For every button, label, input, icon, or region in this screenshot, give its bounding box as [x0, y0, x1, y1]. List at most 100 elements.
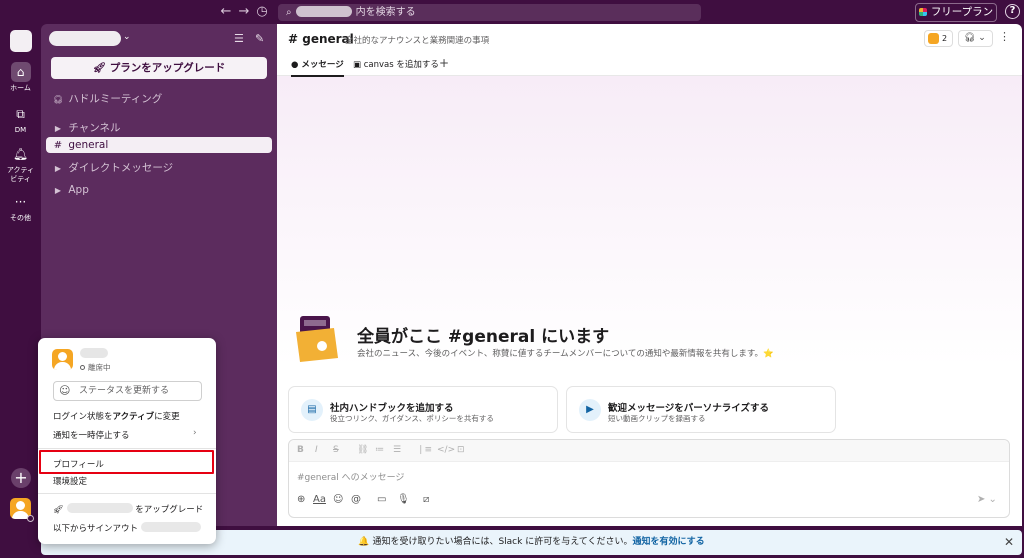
bold-icon[interactable]: B	[297, 445, 304, 455]
rail-dm-label: DM	[14, 126, 27, 134]
rail-dm[interactable]: ⧉ DM	[0, 104, 41, 135]
slack-logo-icon	[918, 8, 927, 16]
add-handbook-card[interactable]: ▤ 社内ハンドブックを追加する 役立つリンク、ガイダンス、ポリシーを共有する	[288, 386, 558, 433]
divider	[38, 493, 216, 494]
set-active-item[interactable]: ログイン状態をアクティブに変更	[53, 410, 180, 422]
slash-command-icon[interactable]: ⧄	[423, 494, 429, 505]
mention-icon[interactable]: @	[351, 494, 361, 505]
sign-out-item[interactable]: 以下からサインアウト	[53, 522, 201, 534]
notification-text: 🔔 通知を受け取りたい場合には、Slack に許可を与えてください。	[358, 537, 633, 547]
rail-home-label: ホーム	[10, 84, 31, 92]
rail-activity[interactable]: 🔔︎ アクティビティ	[0, 144, 41, 184]
pause-notifications-item[interactable]: 通知を一時停止する	[53, 429, 130, 441]
redacted-workspace-name	[295, 6, 352, 17]
tab-canvas-label: canvas を追加する	[363, 60, 439, 70]
rail-more-label: その他	[10, 214, 31, 222]
link-icon[interactable]: ⛓	[357, 445, 368, 455]
presence-dot-icon	[27, 515, 34, 522]
home-icon: ⌂	[10, 62, 31, 82]
headphones-icon: 🎧︎	[52, 95, 64, 104]
search-bar[interactable]: ⌕ 内を検索する	[278, 4, 701, 21]
upgrade-workspace-item[interactable]: 🚀︎ をアップグレード	[53, 503, 203, 515]
ordered-list-icon[interactable]: ≔	[375, 445, 384, 455]
add-workspace-button[interactable]: +	[11, 468, 31, 488]
code-icon[interactable]: </>	[437, 445, 455, 455]
status-placeholder: ステータスを更新する	[79, 386, 170, 396]
code-block-icon[interactable]: ⊡	[457, 445, 465, 455]
member-count-button[interactable]: 2	[924, 30, 953, 47]
card-subtitle: 短い動画クリップを録画する	[608, 414, 706, 423]
blockquote-icon[interactable]: ❘≡	[417, 445, 432, 455]
video-clip-icon[interactable]: ▭	[377, 494, 386, 505]
rail-more[interactable]: ··· その他	[0, 192, 41, 223]
channels-label: チャンネル	[68, 122, 121, 134]
microphone-icon[interactable]: 🎙︎	[397, 494, 410, 505]
welcome-message-card[interactable]: ▶ 歓迎メッセージをパーソナライズする 短い動画クリップを録画する	[566, 386, 836, 433]
bullet-list-icon[interactable]: ☰	[393, 445, 401, 455]
card-subtitle: 役立つリンク、ガイダンス、ポリシーを共有する	[330, 414, 494, 423]
more-options-icon[interactable]: ⋮	[999, 30, 1010, 43]
message-icon: ●	[291, 60, 299, 70]
rail-home[interactable]: ⌂ ホーム	[0, 62, 41, 93]
tab-canvas[interactable]: ▣ canvas を追加する	[353, 58, 439, 70]
compose-icon[interactable]: ✎	[255, 32, 264, 45]
tab-messages-label: メッセージ	[301, 60, 344, 70]
dm-section[interactable]: ▶ ダイレクトメッセージ	[51, 160, 271, 176]
caret-right-icon: ▶	[54, 164, 62, 173]
canvas-icon: ▣	[353, 60, 362, 70]
welcome-title: 全員がここ #general にいます	[357, 327, 610, 347]
video-icon: ▶	[579, 399, 601, 421]
forward-arrow-icon[interactable]: →	[236, 4, 252, 20]
help-icon[interactable]: ?	[1005, 4, 1020, 19]
redacted-workspace-name[interactable]	[49, 31, 121, 46]
message-input[interactable]: #general へのメッセージ	[297, 470, 404, 483]
close-icon[interactable]: ✕	[1004, 530, 1014, 555]
set-active-bold: アクティブ	[112, 412, 155, 422]
rail-activity-label: アクティビティ	[6, 166, 35, 183]
channel-title[interactable]: # general	[288, 32, 354, 46]
redacted-workspace-name	[140, 522, 201, 532]
document-icon: ▤	[301, 399, 323, 421]
upgrade-plan-button[interactable]: 🚀︎ プランをアップグレード	[51, 57, 267, 79]
chevron-down-icon[interactable]: ⌄	[123, 32, 131, 42]
plus-icon[interactable]: ⊕	[297, 494, 305, 505]
redacted-user-name	[80, 348, 108, 358]
divider	[38, 448, 216, 449]
set-active-suffix: に変更	[154, 412, 180, 422]
bell-icon: 🔔︎	[12, 147, 29, 161]
free-plan-button[interactable]: フリープラン	[915, 3, 997, 22]
apps-section[interactable]: ▶ App	[51, 182, 271, 198]
free-plan-label: フリープラン	[930, 6, 994, 18]
huddle-button[interactable]: 🎧︎ ⌄	[958, 30, 993, 47]
search-icon: ⌕	[286, 7, 292, 18]
back-arrow-icon[interactable]: ←	[218, 4, 234, 20]
huddles-item[interactable]: 🎧︎ ハドルミーティング	[51, 91, 271, 107]
filter-icon[interactable]: ☰	[234, 32, 244, 45]
profile-highlight-box	[39, 450, 214, 474]
channel-description: 全社的なアナウンスと業務関連の事項	[345, 36, 490, 46]
card-title: 社内ハンドブックを追加する	[330, 403, 454, 414]
folder-illustration	[296, 316, 338, 362]
sign-out-label: 以下からサインアウト	[53, 524, 139, 534]
italic-icon[interactable]: I	[315, 445, 318, 455]
caret-right-icon: ▶	[54, 186, 62, 195]
sidebar-item-general[interactable]: # general	[46, 137, 272, 153]
chevron-right-icon: ›	[193, 428, 197, 438]
status-input[interactable]: ☺ ステータスを更新する	[53, 381, 202, 401]
apps-label: App	[68, 184, 89, 196]
strike-icon[interactable]: S	[333, 445, 339, 455]
preferences-item[interactable]: 環境設定	[53, 475, 87, 487]
format-text-icon[interactable]: Aa	[313, 494, 326, 505]
add-tab-icon[interactable]: +	[439, 56, 449, 70]
menu-avatar	[52, 349, 73, 370]
history-icon[interactable]: ◷	[254, 4, 270, 20]
workspace-icon[interactable]	[10, 30, 32, 52]
emoji-icon[interactable]: ☺	[333, 494, 343, 505]
channels-section[interactable]: ▶ チャンネル	[51, 120, 271, 136]
welcome-subtitle: 会社のニュース、今後のイベント、称賛に値するチームメンバーについての通知や最新情…	[357, 349, 774, 359]
tab-messages[interactable]: ● メッセージ	[291, 58, 344, 77]
send-icon[interactable]: ➤ ⌄	[977, 494, 997, 505]
message-composer[interactable]: B I S ⛓ ≔ ☰ ❘≡ </> ⊡ #general へのメッセージ ⊕ …	[288, 439, 1010, 518]
redacted-workspace-name	[66, 503, 133, 513]
enable-notifications-link[interactable]: 通知を有効にする	[633, 537, 705, 547]
